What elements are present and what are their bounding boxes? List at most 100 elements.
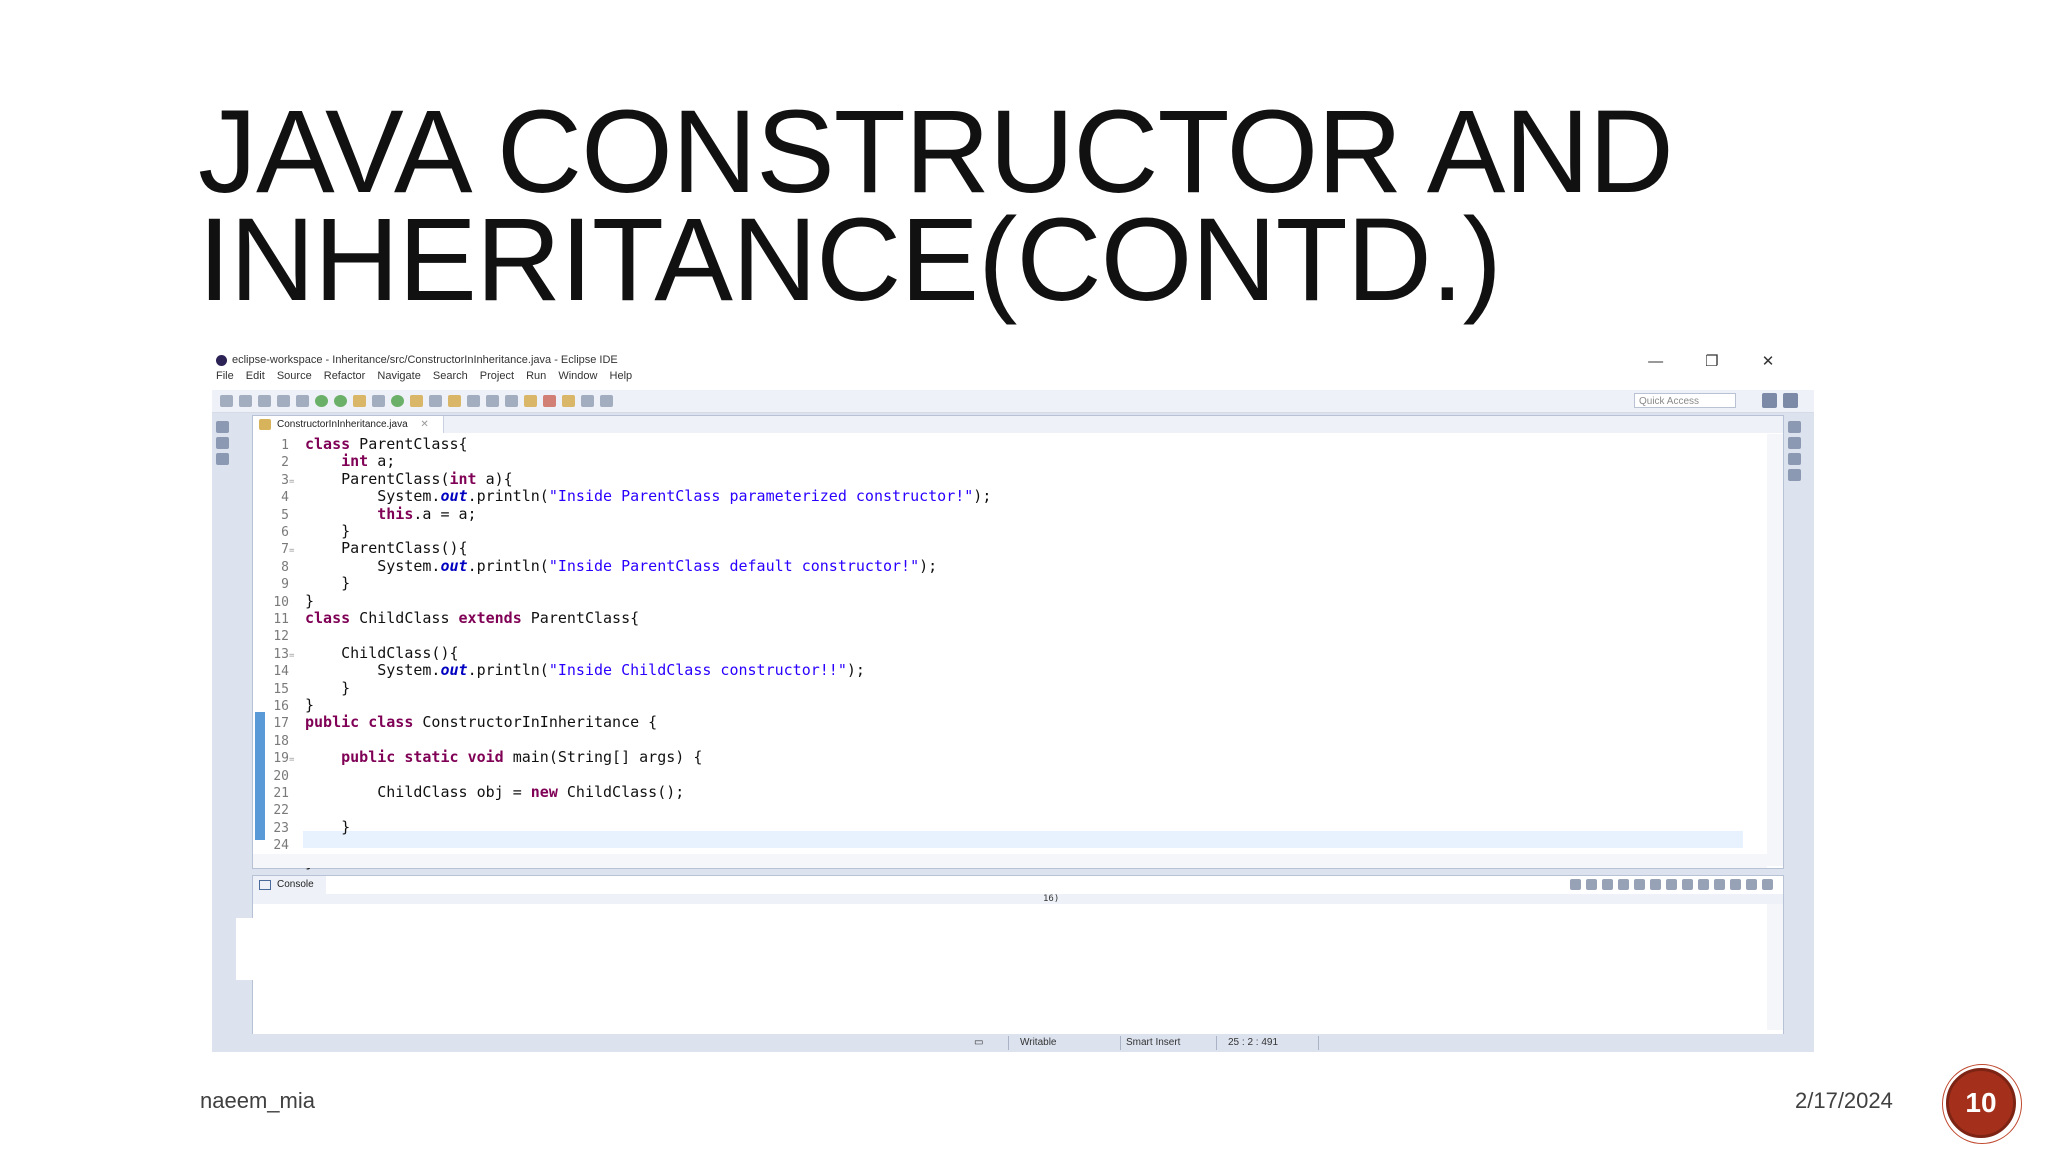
code-line[interactable]: 19= public static void main(String[] arg… xyxy=(253,749,702,767)
mark-occurrences-icon[interactable] xyxy=(467,395,480,407)
problems-view-icon[interactable] xyxy=(1788,469,1801,481)
code-line[interactable]: 17 public class ConstructorInInheritance … xyxy=(253,714,657,732)
minimize-view-icon[interactable] xyxy=(1746,879,1757,890)
previous-annotation-icon[interactable] xyxy=(543,395,556,407)
open-console-icon[interactable] xyxy=(1730,879,1741,890)
menu-edit[interactable]: Edit xyxy=(246,370,265,382)
close-tab-icon[interactable]: ✕ xyxy=(420,419,428,430)
remove-all-icon[interactable] xyxy=(1602,879,1613,890)
java-perspective-icon[interactable] xyxy=(1783,393,1798,408)
console-tab[interactable]: Console xyxy=(253,876,326,894)
code-line[interactable]: 16} xyxy=(253,697,314,715)
pin-editor-icon[interactable] xyxy=(600,395,613,407)
status-bar: ▭ Writable Smart Insert 25 : 2 : 491 xyxy=(212,1034,1814,1052)
code-line[interactable]: 8 System.out.println("Inside ParentClass… xyxy=(253,557,937,575)
task-list-icon[interactable] xyxy=(1788,437,1801,449)
minimize-button[interactable]: — xyxy=(1630,353,1682,370)
code-line[interactable]: 24 xyxy=(253,836,305,853)
maximize-view-icon[interactable] xyxy=(1762,879,1773,890)
next-annotation-icon[interactable] xyxy=(524,395,537,407)
pin-console-icon[interactable] xyxy=(1698,879,1709,890)
toolbar-icons xyxy=(220,394,613,408)
close-button[interactable]: ✕ xyxy=(1742,352,1794,370)
status-icon: ▭ xyxy=(974,1037,984,1048)
menu-run[interactable]: Run xyxy=(526,370,546,382)
slide-title: JAVA CONSTRUCTOR AND INHERITANCE(CONTD.) xyxy=(198,86,1898,326)
code-line[interactable]: 6 } xyxy=(253,523,350,541)
word-wrap-console-icon[interactable] xyxy=(1650,879,1661,890)
menu-project[interactable]: Project xyxy=(480,370,514,382)
back-icon[interactable] xyxy=(562,395,575,407)
save-icon[interactable] xyxy=(239,395,252,407)
code-line[interactable]: 13= ChildClass(){ xyxy=(253,644,458,662)
slide-title-line-2: INHERITANCE(CONTD.) xyxy=(198,194,1502,326)
menu-refactor[interactable]: Refactor xyxy=(324,370,366,382)
new-file-icon[interactable] xyxy=(220,395,233,407)
new-java-class-icon[interactable] xyxy=(391,395,404,407)
show-on-error-icon[interactable] xyxy=(1682,879,1693,890)
scroll-lock-icon[interactable] xyxy=(1634,879,1645,890)
code-line[interactable]: 7= ParentClass(){ xyxy=(253,540,467,558)
menu-window[interactable]: Window xyxy=(558,370,597,382)
package-explorer-icon[interactable] xyxy=(216,437,229,449)
external-tools-icon[interactable] xyxy=(353,395,366,407)
code-line[interactable]: 14 System.out.println("Inside ChildClass… xyxy=(253,662,865,680)
save-all-icon[interactable] xyxy=(258,395,271,407)
editor-horizontal-scrollbar[interactable] xyxy=(253,854,1767,868)
open-perspective-icon[interactable] xyxy=(1762,393,1777,408)
line-number: 18 xyxy=(273,733,289,749)
code-line[interactable]: 21 ChildClass obj = new ChildClass(); xyxy=(253,784,684,802)
menu-help[interactable]: Help xyxy=(610,370,633,382)
eclipse-logo-icon xyxy=(216,355,227,366)
code-line[interactable]: 15 } xyxy=(253,679,350,697)
open-type-icon[interactable] xyxy=(410,395,423,407)
menu-search[interactable]: Search xyxy=(433,370,468,382)
forward-icon[interactable] xyxy=(581,395,594,407)
quick-access-field[interactable]: Quick Access xyxy=(1634,393,1736,408)
restore-view-icon[interactable] xyxy=(216,421,229,433)
show-whitespace-icon[interactable] xyxy=(505,395,518,407)
terminate-icon[interactable] xyxy=(1570,879,1581,890)
coverage-icon[interactable] xyxy=(334,395,347,407)
skip-breakpoints-icon[interactable] xyxy=(277,395,290,407)
code-line[interactable]: 9 } xyxy=(253,575,350,593)
outline-icon[interactable] xyxy=(216,453,229,465)
outline-view-icon[interactable] xyxy=(1788,453,1801,465)
menu-navigate[interactable]: Navigate xyxy=(377,370,420,382)
display-console-icon[interactable] xyxy=(1714,879,1725,890)
code-line[interactable]: 23 } xyxy=(253,818,350,836)
code-line[interactable]: 2 int a; xyxy=(253,453,395,471)
menu-file[interactable]: File xyxy=(216,370,234,382)
menu-source[interactable]: Source xyxy=(277,370,312,382)
code-line[interactable]: 20 xyxy=(253,767,305,784)
code-area[interactable]: 1 class ParentClass{2 int a; 3= ParentClas… xyxy=(253,434,1743,871)
code-line[interactable]: 11 class ChildClass extends ParentClass{ xyxy=(253,610,639,628)
code-line[interactable]: 22 xyxy=(253,801,305,818)
run-icon[interactable] xyxy=(315,395,328,407)
show-on-output-icon[interactable] xyxy=(1666,879,1677,890)
slide-title-line-1: JAVA CONSTRUCTOR AND xyxy=(198,86,1674,218)
new-java-package-icon[interactable] xyxy=(372,395,385,407)
code-line[interactable]: 4 System.out.println("Inside ParentClass… xyxy=(253,488,991,506)
clear-console-icon[interactable] xyxy=(1618,879,1629,890)
restore-right-icon[interactable] xyxy=(1788,421,1801,433)
code-line[interactable]: 10} xyxy=(253,592,314,610)
search-icon[interactable] xyxy=(429,395,442,407)
annotation-icon[interactable] xyxy=(448,395,461,407)
editor-vertical-scrollbar[interactable] xyxy=(1767,434,1783,866)
code-editor[interactable]: ConstructorInInheritance.java ✕ 1 class P… xyxy=(252,415,1784,871)
code-line[interactable]: 18 xyxy=(253,732,305,749)
word-wrap-icon[interactable] xyxy=(486,395,499,407)
image-border-patch xyxy=(236,918,256,980)
window-title: eclipse-workspace - Inheritance/src/Cons… xyxy=(232,354,618,366)
debug-icon[interactable] xyxy=(296,395,309,407)
restore-button[interactable]: ❐ xyxy=(1686,352,1738,370)
console-output-area[interactable] xyxy=(253,904,1765,1030)
code-line[interactable]: 1 class ParentClass{ xyxy=(253,436,467,454)
console-vertical-scrollbar[interactable] xyxy=(1767,904,1783,1030)
remove-launch-icon[interactable] xyxy=(1586,879,1597,890)
code-line[interactable]: 5 this.a = a; xyxy=(253,505,476,523)
editor-tab[interactable]: ConstructorInInheritance.java ✕ xyxy=(253,416,444,433)
code-line[interactable]: 3= ParentClass(int a){ xyxy=(253,470,513,488)
code-line[interactable]: 12 xyxy=(253,627,305,644)
